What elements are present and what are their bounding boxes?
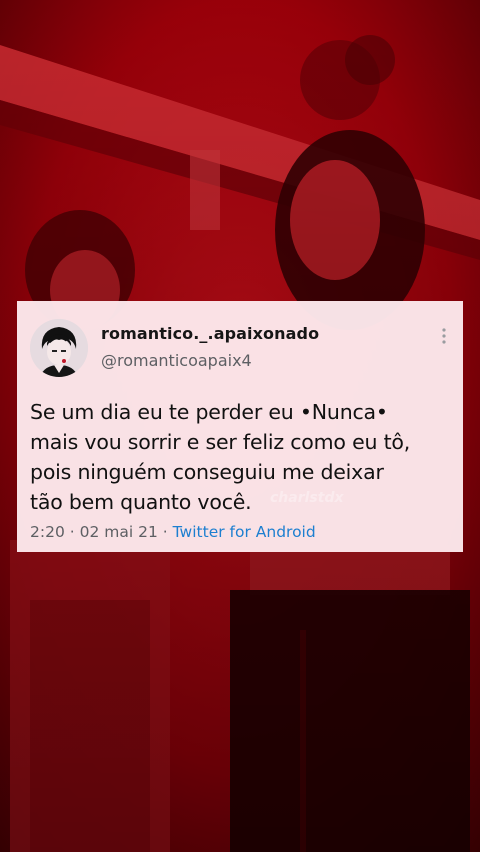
- avatar-icon: [30, 319, 88, 377]
- tweet-date: 02 mai 21: [79, 523, 158, 541]
- tweet-meta: 2:20 · 02 mai 21 · Twitter for Android: [30, 523, 445, 541]
- tweet-header: romantico._.apaixonado @romanticoapaix4: [30, 319, 447, 377]
- tweet-card[interactable]: romantico._.apaixonado @romanticoapaix4 …: [17, 301, 463, 552]
- display-name[interactable]: romantico._.apaixonado: [101, 324, 319, 343]
- meta-separator: ·: [162, 523, 168, 541]
- meta-separator: ·: [69, 523, 75, 541]
- user-handle[interactable]: @romanticoapaix4: [101, 351, 252, 370]
- anime-boy-avatar[interactable]: [30, 319, 88, 377]
- tweet-text: Se um dia eu te perder eu •Nunca• mais v…: [30, 400, 411, 514]
- tweet-source-link[interactable]: Twitter for Android: [173, 523, 316, 541]
- more-vertical-icon[interactable]: [441, 327, 447, 345]
- watermark: charlstdx: [270, 490, 344, 506]
- story-screen: romantico._.apaixonado @romanticoapaix4 …: [0, 0, 480, 852]
- tweet-time: 2:20: [30, 523, 65, 541]
